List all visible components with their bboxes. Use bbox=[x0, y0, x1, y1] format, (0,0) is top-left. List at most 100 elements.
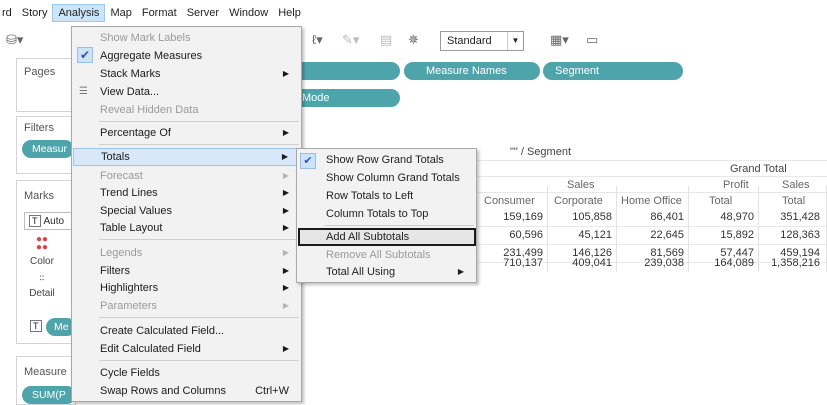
menu-separator bbox=[99, 121, 299, 122]
table-cell: 128,363 bbox=[780, 229, 820, 241]
submenu-arrow-icon: ▶ bbox=[282, 171, 289, 180]
checkmark-icon: ✔ bbox=[300, 153, 316, 169]
table-cell: 239,038 bbox=[644, 257, 684, 269]
menu-analysis[interactable]: Analysis bbox=[52, 4, 106, 22]
divider bbox=[758, 186, 759, 272]
marks-title: Marks bbox=[24, 190, 54, 202]
menu-item-cycle-fields[interactable]: Cycle Fields bbox=[73, 364, 301, 382]
divider bbox=[547, 186, 548, 272]
grand-sales-header: Sales bbox=[782, 179, 810, 191]
color-button[interactable]: ●● ●● Color bbox=[24, 235, 60, 268]
menu-separator bbox=[99, 239, 299, 240]
menu-item-swap-rows-columns[interactable]: Swap Rows and Columns Ctrl+W bbox=[73, 382, 301, 400]
detail-icon: ∶∶ bbox=[39, 273, 45, 283]
measure-pill[interactable]: SUM(P bbox=[22, 386, 76, 404]
highlight-icon[interactable]: ℓ▾ bbox=[312, 32, 323, 48]
submenu-item-row-totals-left[interactable]: Row Totals to Left bbox=[298, 187, 476, 205]
analysis-menu: Show Mark Labels ✔ Aggregate Measures St… bbox=[71, 26, 302, 402]
col-header-corporate: Corporate bbox=[554, 195, 603, 207]
col-header-total-profit: Total bbox=[709, 195, 733, 207]
submenu-arrow-icon: ▶ bbox=[281, 152, 288, 161]
sales-header: Sales bbox=[567, 179, 595, 191]
table-cell: 710,137 bbox=[503, 257, 543, 269]
grand-profit-header: Profit bbox=[723, 179, 749, 191]
menu-item-stack-marks[interactable]: Stack Marks ▶ bbox=[73, 65, 301, 83]
columns-pill-segment[interactable]: Segment bbox=[543, 62, 683, 80]
text-icon: T bbox=[30, 320, 42, 332]
table-cell: 105,858 bbox=[572, 211, 612, 223]
menu-item-legends[interactable]: Legends ▶ bbox=[73, 244, 301, 262]
menu-server[interactable]: Server bbox=[182, 4, 224, 22]
menu-separator bbox=[99, 360, 299, 361]
submenu-item-add-all-subtotals[interactable]: Add All Subtotals bbox=[298, 228, 476, 246]
columns-pill-1[interactable] bbox=[290, 62, 400, 80]
menu-item-special-values[interactable]: Special Values ▶ bbox=[73, 202, 301, 220]
menu-item-table-layout[interactable]: Table Layout ▶ bbox=[73, 219, 301, 237]
columns-pill-measure-names[interactable]: Measure Names bbox=[404, 62, 540, 80]
menu-item-reveal-hidden-data[interactable]: Reveal Hidden Data bbox=[73, 101, 301, 119]
menu-window[interactable]: Window bbox=[224, 4, 273, 22]
divider bbox=[478, 192, 827, 193]
show-me-icon[interactable]: ▦▾ bbox=[550, 32, 569, 48]
presentation-icon[interactable]: ▭ bbox=[586, 32, 598, 48]
mark-type-label: Auto bbox=[43, 216, 65, 227]
menu-map[interactable]: Map bbox=[105, 4, 136, 22]
menu-story[interactable]: Story bbox=[17, 4, 53, 22]
col-header-consumer: Consumer bbox=[484, 195, 535, 207]
menu-item-aggregate-measures[interactable]: ✔ Aggregate Measures bbox=[73, 47, 301, 65]
menu-dashboard[interactable]: rd bbox=[0, 4, 17, 22]
submenu-arrow-icon: ▶ bbox=[282, 248, 289, 257]
table-cell: 351,428 bbox=[780, 211, 820, 223]
col-header-total-sales: Total bbox=[782, 195, 806, 207]
divider bbox=[478, 176, 827, 177]
submenu-item-total-all-using[interactable]: Total All Using ▶ bbox=[298, 263, 476, 281]
fit-dropdown[interactable]: Standard ▼ bbox=[440, 31, 524, 51]
rows-pill-mode[interactable]: Mode bbox=[290, 89, 400, 107]
menu-separator bbox=[324, 225, 474, 226]
menu-item-trend-lines[interactable]: Trend Lines ▶ bbox=[73, 184, 301, 202]
menu-item-create-calculated-field[interactable]: Create Calculated Field... bbox=[73, 322, 301, 340]
grand-total-header: Grand Total bbox=[730, 163, 787, 175]
menu-item-parameters[interactable]: Parameters ▶ bbox=[73, 297, 301, 315]
divider bbox=[478, 226, 827, 227]
new-datasource-icon[interactable]: ⛁▾ bbox=[6, 32, 23, 48]
pin-icon[interactable]: ✵ bbox=[408, 32, 419, 48]
table-cell: 409,041 bbox=[572, 257, 612, 269]
table-cell: 45,121 bbox=[578, 229, 612, 241]
clip-icon[interactable]: ✎▾ bbox=[342, 32, 359, 48]
menu-item-highlighters[interactable]: Highlighters ▶ bbox=[73, 279, 301, 297]
col-header-home-office: Home Office bbox=[621, 195, 682, 207]
divider bbox=[688, 186, 689, 272]
submenu-item-remove-all-subtotals[interactable]: Remove All Subtotals bbox=[298, 246, 476, 264]
table-cell: 60,596 bbox=[509, 229, 543, 241]
label-icon[interactable]: ▤ bbox=[380, 32, 392, 48]
detail-button[interactable]: ∶∶ Detail bbox=[24, 273, 60, 300]
submenu-arrow-icon: ▶ bbox=[282, 69, 289, 78]
filter-pill[interactable]: Measur bbox=[22, 140, 74, 158]
table-icon: ☰ bbox=[79, 86, 88, 97]
chevron-down-icon: ▼ bbox=[507, 32, 523, 50]
menu-item-edit-calculated-field[interactable]: Edit Calculated Field ▶ bbox=[73, 340, 301, 358]
submenu-item-show-row-grand-totals[interactable]: ✔ Show Row Grand Totals bbox=[298, 151, 476, 169]
menu-item-totals[interactable]: Totals ▶ bbox=[73, 148, 301, 166]
text-mark-icon: T bbox=[29, 215, 41, 227]
menu-bar: rd Story Analysis Map Format Server Wind… bbox=[0, 0, 827, 26]
color-label: Color bbox=[30, 256, 54, 267]
submenu-arrow-icon: ▶ bbox=[457, 267, 464, 276]
menu-item-filters[interactable]: Filters ▶ bbox=[73, 262, 301, 280]
divider bbox=[616, 186, 617, 272]
menu-format[interactable]: Format bbox=[137, 4, 182, 22]
submenu-arrow-icon: ▶ bbox=[282, 266, 289, 275]
submenu-arrow-icon: ▶ bbox=[282, 301, 289, 310]
submenu-item-column-totals-top[interactable]: Column Totals to Top bbox=[298, 205, 476, 223]
menu-item-show-mark-labels[interactable]: Show Mark Labels bbox=[73, 29, 301, 47]
menu-item-forecast[interactable]: Forecast ▶ bbox=[73, 167, 301, 185]
mark-type-dropdown[interactable]: T Auto bbox=[24, 212, 74, 230]
menu-help[interactable]: Help bbox=[273, 4, 306, 22]
submenu-item-show-column-grand-totals[interactable]: Show Column Grand Totals bbox=[298, 169, 476, 187]
menu-item-percentage-of[interactable]: Percentage Of ▶ bbox=[73, 124, 301, 142]
totals-submenu: ✔ Show Row Grand Totals Show Column Gran… bbox=[296, 148, 477, 283]
submenu-arrow-icon: ▶ bbox=[282, 283, 289, 292]
menu-item-view-data[interactable]: ☰ View Data... bbox=[73, 83, 301, 101]
table-header-title: "" / Segment bbox=[510, 146, 572, 158]
